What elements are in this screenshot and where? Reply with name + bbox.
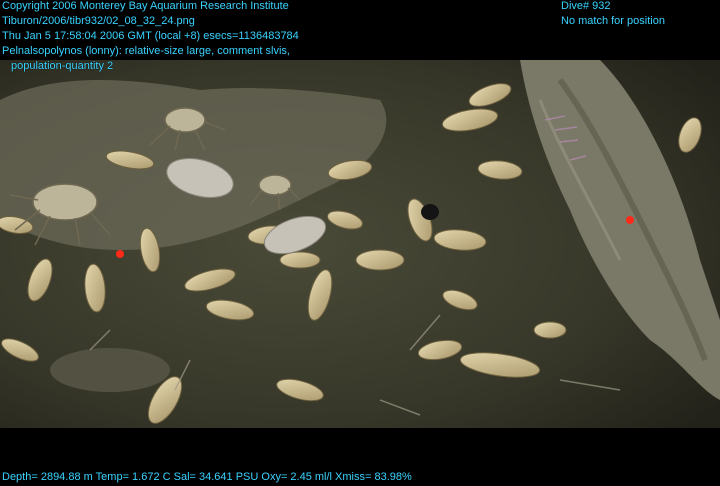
header-overlay-left: Copyright 2006 Monterey Bay Aquarium Res… bbox=[2, 0, 299, 74]
annotation-text-cont: population-quantity 2 bbox=[11, 60, 114, 72]
position-status-text: No match for position bbox=[561, 15, 665, 27]
copyright-text: Copyright 2006 Monterey Bay Aquarium Res… bbox=[2, 0, 289, 12]
datetime-text: Thu Jan 5 17:58:04 2006 GMT (local +8) e… bbox=[2, 30, 299, 42]
seafloor-image bbox=[0, 60, 720, 428]
dark-object bbox=[421, 204, 439, 220]
annotation-text: Pelnalsopolynos (lonny): relative-size l… bbox=[2, 45, 290, 57]
laser-dot-right bbox=[626, 216, 634, 224]
laser-dot-left bbox=[116, 250, 124, 258]
dive-number-text: Dive# 932 bbox=[561, 0, 611, 12]
file-path-text: Tiburon/2006/tibr932/02_08_32_24.png bbox=[2, 15, 195, 27]
header-overlay-right: Dive# 932 No match for position bbox=[561, 0, 665, 29]
telemetry-footer: Depth= 2894.88 m Temp= 1.672 C Sal= 34.6… bbox=[2, 471, 412, 483]
video-frame: Copyright 2006 Monterey Bay Aquarium Res… bbox=[0, 0, 720, 486]
rubble-patch bbox=[50, 348, 170, 392]
